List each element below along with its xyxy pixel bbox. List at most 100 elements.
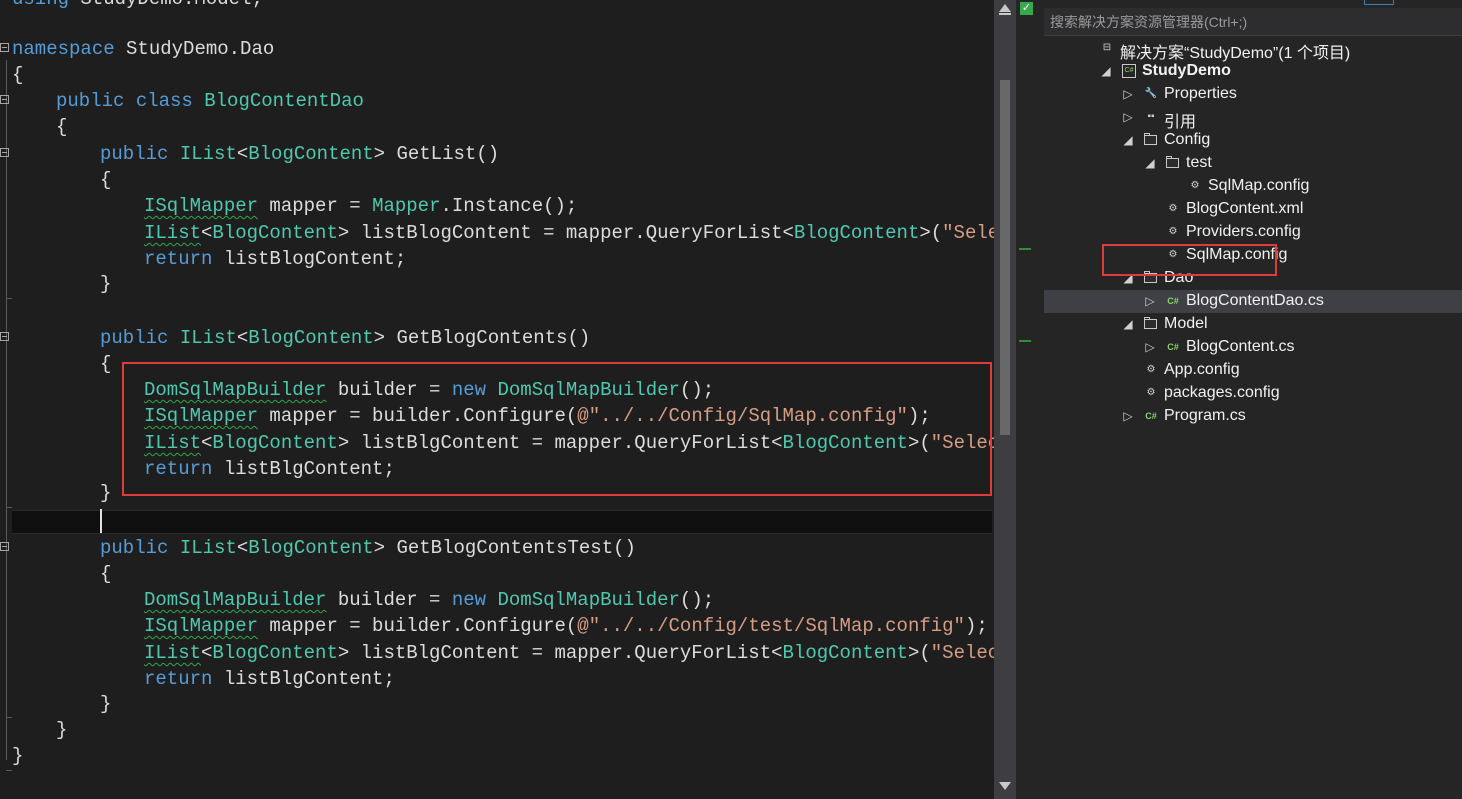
- code-token: mapper =: [258, 195, 373, 217]
- fold-end-marker: [6, 717, 12, 718]
- code-line[interactable]: using StudyDemo.Model;: [12, 0, 263, 12]
- scroll-up-arrow-icon[interactable]: [999, 4, 1011, 12]
- code-token: {: [100, 169, 112, 191]
- code-line[interactable]: public IList<BlogContent> GetList(): [100, 141, 499, 167]
- code-token: public: [100, 327, 169, 349]
- tree-item[interactable]: ▷ ▪▪ 引用: [1044, 106, 1462, 131]
- collapse-namespace-icon[interactable]: [0, 43, 9, 52]
- tree-item[interactable]: ▷ C# BlogContentDao.cs: [1044, 290, 1462, 313]
- code-token: DomSqlMapBuilder: [497, 589, 680, 611]
- code-line[interactable]: }: [56, 717, 67, 743]
- config-file-icon: ⚙: [1190, 180, 1200, 191]
- tree-item[interactable]: ⊟ 解决方案“StudyDemo”(1 个项目): [1044, 37, 1462, 62]
- code-editor[interactable]: using StudyDemo.Model; namespace StudyDem…: [0, 0, 994, 799]
- code-line[interactable]: IList<BlogContent> listBlogContent = map…: [144, 220, 994, 246]
- collapse-getblogcontents-icon[interactable]: [0, 332, 9, 341]
- change-marker: [1019, 340, 1031, 342]
- code-token: }: [12, 745, 24, 767]
- xml-file-icon: ⚙: [1168, 203, 1178, 214]
- code-line[interactable]: public class BlogContentDao: [56, 88, 364, 114]
- collapse-class-icon[interactable]: [0, 95, 9, 104]
- tree-item-label: StudyDemo: [1142, 62, 1231, 79]
- tree-item[interactable]: ⚙ App.config: [1044, 359, 1462, 382]
- tree-item-label: packages.config: [1164, 384, 1280, 401]
- code-token: ISqlMapper: [144, 195, 259, 217]
- tree-item[interactable]: ⚙ SqlMap.config: [1044, 175, 1462, 198]
- tree-item-label: App.config: [1164, 361, 1240, 378]
- tree-item-label: BlogContentDao.cs: [1186, 292, 1324, 309]
- explorer-toolbar-tab[interactable]: [1364, 0, 1394, 5]
- code-token: > GetBlogContentsTest(): [373, 537, 636, 559]
- code-line[interactable]: IList<BlogContent> listBlgContent = mapp…: [144, 640, 994, 666]
- code-token: @"../../Config/test/SqlMap.config": [577, 615, 965, 637]
- code-line[interactable]: ISqlMapper mapper = Mapper.Instance();: [144, 193, 577, 219]
- code-line[interactable]: }: [12, 743, 23, 769]
- code-token: ();: [679, 589, 715, 611]
- code-token: BlogContentDao: [204, 90, 364, 112]
- tree-item[interactable]: ⚙ Providers.config: [1044, 221, 1462, 244]
- tree-item[interactable]: ▷ C# Program.cs: [1044, 405, 1462, 428]
- code-line[interactable]: {: [56, 114, 67, 140]
- code-token: <: [201, 642, 213, 664]
- tree-item[interactable]: ▷ 🔧 Properties: [1044, 83, 1462, 106]
- code-line[interactable]: return listBlgContent;: [144, 666, 395, 692]
- tree-item[interactable]: ⚙ BlogContent.xml: [1044, 198, 1462, 221]
- code-line[interactable]: public IList<BlogContent> GetBlogContent…: [100, 535, 636, 561]
- code-token: }: [100, 482, 112, 504]
- collapse-getlist-icon[interactable]: [0, 148, 9, 157]
- code-line[interactable]: ISqlMapper mapper = builder.Configure(@"…: [144, 613, 988, 639]
- current-line-highlight: [12, 510, 992, 534]
- annotation-highlight-box: [1102, 244, 1277, 276]
- code-line[interactable]: }: [100, 271, 111, 297]
- collapse-arrow-icon[interactable]: ◢: [1122, 134, 1134, 146]
- code-line[interactable]: {: [100, 561, 111, 587]
- tree-item[interactable]: ▷ C# BlogContent.cs: [1044, 336, 1462, 359]
- collapse-arrow-icon[interactable]: ◢: [1144, 157, 1156, 169]
- code-token: mapper = builder.Configure(: [258, 615, 578, 637]
- code-token: <: [236, 327, 249, 349]
- collapse-getblogcontentstest-icon[interactable]: [0, 542, 9, 551]
- code-token: return: [144, 248, 213, 270]
- code-token: {: [56, 116, 68, 138]
- tree-item[interactable]: ◢ Config: [1044, 129, 1462, 152]
- expand-arrow-icon[interactable]: ▷: [1122, 111, 1134, 123]
- code-token: using: [12, 0, 69, 10]
- search-placeholder: 搜索解决方案资源管理器(Ctrl+;): [1050, 14, 1248, 30]
- scroll-down-arrow-icon[interactable]: [999, 782, 1011, 790]
- code-line[interactable]: {: [100, 351, 111, 377]
- tree-item-label: Config: [1164, 131, 1211, 148]
- tree-item[interactable]: ◢ C# StudyDemo: [1044, 60, 1462, 83]
- collapse-arrow-icon[interactable]: ◢: [1100, 65, 1112, 77]
- expand-arrow-icon[interactable]: ▷: [1144, 341, 1156, 353]
- code-line[interactable]: DomSqlMapBuilder builder = new DomSqlMap…: [144, 587, 714, 613]
- solution-icon: ⊟: [1102, 42, 1112, 53]
- code-token: > GetBlogContents(): [373, 327, 591, 349]
- expand-arrow-icon[interactable]: ▷: [1122, 88, 1134, 100]
- editor-vertical-scrollbar[interactable]: [994, 0, 1016, 799]
- expand-arrow-icon[interactable]: ▷: [1122, 410, 1134, 422]
- code-token: IList: [144, 222, 202, 244]
- scroll-top-icon: [999, 13, 1011, 15]
- change-marker: [1019, 248, 1031, 250]
- code-line[interactable]: namespace StudyDemo.Dao: [12, 36, 274, 62]
- expand-arrow-icon[interactable]: ▷: [1144, 295, 1156, 307]
- tree-item[interactable]: ◢ Model: [1044, 313, 1462, 336]
- collapse-arrow-icon[interactable]: ◢: [1122, 318, 1134, 330]
- code-line[interactable]: {: [100, 167, 111, 193]
- tree-item[interactable]: ◢ test: [1044, 152, 1462, 175]
- tree-item[interactable]: ⚙ packages.config: [1044, 382, 1462, 405]
- code-line[interactable]: }: [100, 691, 111, 717]
- code-line[interactable]: }: [100, 480, 111, 506]
- code-line[interactable]: {: [12, 62, 23, 88]
- code-token: {: [100, 563, 112, 585]
- code-token: public: [100, 537, 169, 559]
- scrollbar-thumb[interactable]: [1000, 80, 1010, 435]
- code-line[interactable]: public IList<BlogContent> GetBlogContent…: [100, 325, 590, 351]
- code-token: > listBlogContent = mapper.QueryForList<: [337, 222, 794, 244]
- code-token: IList: [179, 537, 237, 559]
- code-line[interactable]: return listBlogContent;: [144, 246, 406, 272]
- solution-explorer-search-input[interactable]: 搜索解决方案资源管理器(Ctrl+;): [1044, 8, 1462, 36]
